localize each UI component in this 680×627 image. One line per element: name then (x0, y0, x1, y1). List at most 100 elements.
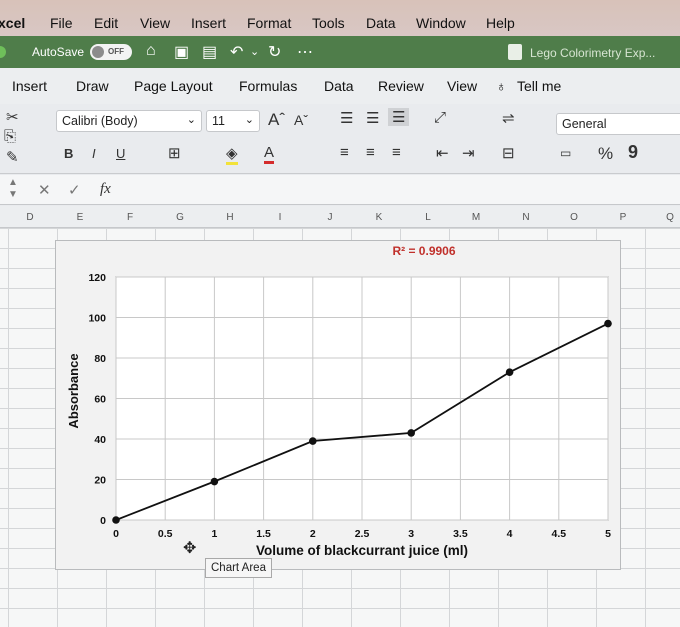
y-tick-label: 20 (94, 475, 106, 487)
align-left-icon[interactable]: ≡ (340, 144, 349, 161)
enter-icon[interactable]: ✓ (68, 181, 81, 199)
column-header[interactable]: P (613, 212, 633, 223)
more-icon[interactable]: ⋯ (297, 42, 313, 62)
menu-edit[interactable]: Edit (94, 15, 118, 31)
tab-view[interactable]: View (447, 78, 477, 94)
column-header[interactable]: F (120, 212, 140, 223)
home-icon[interactable]: ⌂ (146, 42, 156, 60)
format-painter-icon[interactable]: ✎ (6, 148, 19, 166)
font-color-icon[interactable]: A (264, 144, 275, 164)
column-header[interactable]: N (516, 212, 536, 223)
decrease-font-icon[interactable]: Aˇ (294, 112, 308, 128)
align-top-icon[interactable]: ☰ (340, 109, 353, 127)
column-header[interactable]: I (270, 212, 290, 223)
merge-center-icon[interactable]: ⊟ (502, 144, 515, 162)
borders-icon[interactable]: ⊞ (168, 144, 181, 162)
title-bar: AutoSave OFF ⌂ ▣ ▤ ↶ ⌄ ↻ ⋯ Lego Colorime… (0, 36, 680, 68)
cut-icon[interactable]: ✂ (6, 108, 19, 126)
align-right-icon[interactable]: ≡ (392, 144, 401, 161)
autosave-state: OFF (108, 47, 124, 56)
menu-insert[interactable]: Insert (191, 15, 226, 31)
data-point[interactable] (309, 437, 317, 445)
align-center-icon[interactable]: ≡ (366, 144, 375, 161)
x-tick-label: 4.5 (551, 528, 566, 540)
italic-button[interactable]: I (92, 146, 96, 161)
align-bottom-icon[interactable]: ☰ (388, 108, 410, 126)
menu-file[interactable]: File (50, 15, 73, 31)
increase-indent-icon[interactable]: ⇥ (462, 144, 475, 162)
data-point[interactable] (505, 368, 514, 376)
data-point[interactable] (604, 319, 612, 328)
tab-review[interactable]: Review (378, 78, 424, 94)
menu-data[interactable]: Data (366, 15, 396, 31)
insert-function-button[interactable]: fx (100, 181, 111, 198)
tab-insert[interactable]: Insert (12, 78, 47, 94)
chevron-down-icon: ⌄ (186, 114, 196, 126)
y-tick-label: 60 (94, 394, 106, 406)
lightbulb-icon: ♁ (496, 78, 507, 94)
y-tick-label: 0 (100, 515, 106, 527)
column-header[interactable]: H (220, 212, 240, 223)
name-box-stepper-icon[interactable]: ▲ ▼ (8, 177, 18, 201)
x-tick-label: 0 (113, 528, 119, 540)
column-header[interactable]: M (466, 212, 486, 223)
orientation-icon[interactable]: ⤢ (434, 109, 446, 126)
x-tick-label: 1.5 (256, 528, 271, 540)
y-tick-label: 80 (94, 353, 106, 365)
column-header[interactable]: Q (660, 212, 680, 223)
menu-help[interactable]: Help (486, 15, 515, 31)
decrease-indent-icon[interactable]: ⇤ (436, 144, 449, 162)
underline-button[interactable]: U (116, 146, 125, 161)
data-point[interactable] (112, 516, 120, 524)
tab-formulas[interactable]: Formulas (239, 78, 297, 94)
currency-icon[interactable]: ▭ (560, 146, 571, 160)
column-header[interactable]: O (564, 212, 584, 223)
data-point[interactable] (407, 429, 416, 437)
menu-tools[interactable]: Tools (312, 15, 345, 31)
tab-data[interactable]: Data (324, 78, 354, 94)
chart-area-tooltip: Chart Area (205, 558, 272, 578)
x-tick-label: 2 (310, 528, 316, 540)
column-header[interactable]: E (70, 212, 90, 223)
x-tick-label: 3.5 (453, 528, 468, 540)
column-header[interactable]: L (418, 212, 438, 223)
autosave-toggle[interactable]: OFF (90, 44, 132, 60)
menu-view[interactable]: View (140, 15, 170, 31)
window-control-icon[interactable] (0, 46, 6, 58)
tab-draw[interactable]: Draw (76, 78, 109, 94)
x-axis-title[interactable]: Volume of blackcurrant juice (ml) (256, 543, 468, 558)
column-header[interactable]: J (320, 212, 340, 223)
cancel-icon[interactable]: ✕ (38, 181, 51, 199)
bold-button[interactable]: B (64, 146, 73, 161)
save-as-icon[interactable]: ▤ (202, 42, 217, 62)
fill-color-icon[interactable]: ◈ (226, 144, 238, 165)
r-squared-label[interactable]: R² = 0.9906 (392, 244, 455, 258)
undo-dropdown-icon[interactable]: ⌄ (250, 45, 259, 58)
comma-button[interactable]: 9 (628, 142, 638, 163)
chart-area[interactable]: 0 0.5 1 1.5 2 2.5 3 3.5 4 4.5 5 0 20 40 60 80 100 120 R²… (55, 240, 621, 570)
redo-icon[interactable]: ↻ (268, 42, 281, 62)
align-middle-icon[interactable]: ☰ (366, 109, 379, 127)
undo-icon[interactable]: ↶ (230, 42, 243, 62)
column-header[interactable]: K (369, 212, 389, 223)
column-header[interactable]: G (170, 212, 190, 223)
font-size-select[interactable]: 11 ⌄ (206, 110, 260, 132)
save-icon[interactable]: ▣ (174, 42, 189, 62)
column-header[interactable]: D (20, 212, 40, 223)
document-name: Lego Colorimetry Exp... (530, 46, 656, 60)
menu-format[interactable]: Format (247, 15, 291, 31)
y-axis-title[interactable]: Absorbance (66, 353, 81, 428)
menu-app-name[interactable]: xcel (0, 15, 25, 31)
copy-icon[interactable]: ⎘ (4, 128, 16, 145)
percent-button[interactable]: % (598, 144, 613, 164)
font-name-select[interactable]: Calibri (Body) ⌄ (56, 110, 202, 132)
menu-window[interactable]: Window (416, 15, 466, 31)
tab-page-layout[interactable]: Page Layout (134, 78, 213, 94)
data-point[interactable] (210, 477, 219, 486)
move-cursor-icon: ✥ (183, 540, 197, 557)
increase-font-icon[interactable]: Aˆ (268, 110, 285, 130)
number-format-select[interactable]: General (556, 113, 680, 135)
tab-tell-me[interactable]: Tell me (517, 78, 561, 94)
wrap-text-icon[interactable]: ⇌ (502, 109, 515, 127)
scatter-chart[interactable]: 0 0.5 1 1.5 2 2.5 3 3.5 4 4.5 5 0 20 40 60 80 100 120 R²… (56, 241, 622, 571)
